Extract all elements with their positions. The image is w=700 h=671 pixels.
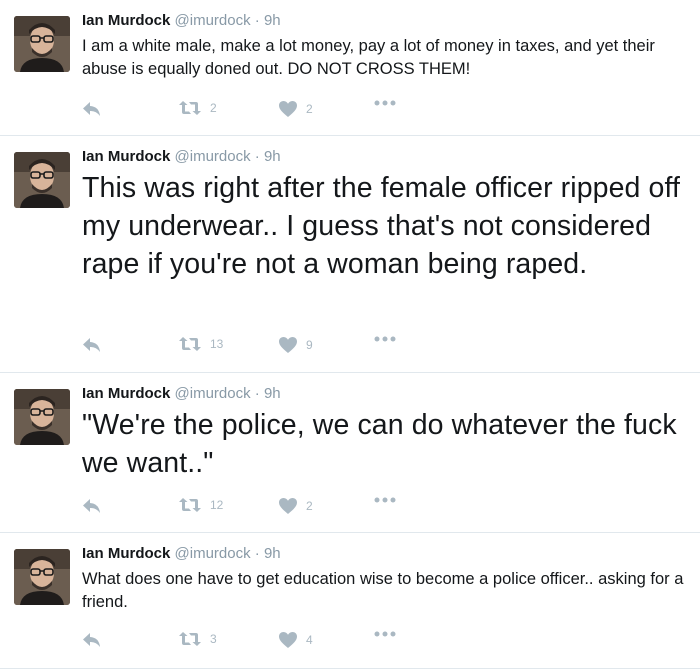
retweet-button[interactable]: 3 [178,631,217,647]
separator-dot: · [254,385,260,402]
avatar[interactable] [14,152,70,208]
retweet-icon [179,337,201,351]
tweet-text: What does one have to get education wise… [82,570,684,611]
avatar-image [14,152,70,208]
retweet-button[interactable]: 12 [178,497,223,513]
reply-button[interactable] [82,497,102,515]
heart-icon [279,337,297,353]
timestamp[interactable]: 9h [264,148,281,165]
avatar[interactable] [14,389,70,445]
tweet-header: Ian Murdock @imurdock · 9h [82,545,281,562]
tweet-header: Ian Murdock @imurdock · 9h [82,148,281,165]
reply-icon [83,499,100,513]
retweet-icon [179,498,201,512]
retweet-count: 12 [210,498,224,512]
user-handle[interactable]: @imurdock [175,385,251,402]
avatar-image [14,389,70,445]
tweet-actions: 13 9 [82,336,482,358]
avatar[interactable] [14,16,70,72]
reply-button[interactable] [82,100,102,118]
display-name[interactable]: Ian Murdock [82,385,170,402]
heart-icon [279,632,297,648]
retweet-button[interactable]: 2 [178,100,217,116]
like-button[interactable]: 2 [278,100,313,118]
tweet-text: I am a white male, make a lot money, pay… [82,37,655,78]
heart-icon [279,498,297,514]
more-button[interactable] [374,631,396,637]
like-count: 9 [306,338,313,352]
user-handle[interactable]: @imurdock [175,148,251,165]
like-button[interactable]: 2 [278,497,313,515]
timestamp[interactable]: 9h [264,385,281,402]
more-button[interactable] [374,336,396,342]
heart-icon [279,101,297,117]
more-options-icon [374,631,396,637]
like-count: 4 [306,633,313,647]
timestamp[interactable]: 9h [264,545,281,562]
avatar-image [14,16,70,72]
more-button[interactable] [374,497,396,503]
tweet-text: This was right after the female officer … [82,172,680,280]
like-button[interactable]: 9 [278,336,313,354]
display-name[interactable]: Ian Murdock [82,545,170,562]
more-options-icon [374,497,396,503]
tweet-text: "We're the police, we can do whatever th… [82,409,677,479]
display-name[interactable]: Ian Murdock [82,148,170,165]
avatar-image [14,549,70,605]
user-handle[interactable]: @imurdock [175,545,251,562]
reply-button[interactable] [82,336,102,354]
tweet-actions: 3 4 [82,631,482,653]
more-options-icon [374,100,396,106]
tweet[interactable]: Ian Murdock @imurdock · 9h What does one… [0,533,700,669]
reply-icon [83,338,100,352]
tweet-actions: 12 2 [82,497,482,519]
tweet-header: Ian Murdock @imurdock · 9h [82,12,281,29]
reply-icon [83,102,100,116]
tweet[interactable]: Ian Murdock @imurdock · 9h "We're the po… [0,373,700,533]
retweet-count: 2 [210,101,217,115]
display-name[interactable]: Ian Murdock [82,12,170,29]
like-count: 2 [306,499,313,513]
reply-icon [83,633,100,647]
like-count: 2 [306,102,313,116]
tweet[interactable]: Ian Murdock @imurdock · 9h This was righ… [0,136,700,373]
retweet-count: 13 [210,337,224,351]
separator-dot: · [254,12,260,29]
retweet-icon [179,632,201,646]
timestamp[interactable]: 9h [264,12,281,29]
retweet-icon [179,101,201,115]
more-options-icon [374,336,396,342]
like-button[interactable]: 4 [278,631,313,649]
retweet-button[interactable]: 13 [178,336,223,352]
avatar[interactable] [14,549,70,605]
tweet-actions: 2 2 [82,100,482,122]
separator-dot: · [254,545,260,562]
reply-button[interactable] [82,631,102,649]
more-button[interactable] [374,100,396,106]
tweet-header: Ian Murdock @imurdock · 9h [82,385,281,402]
tweet[interactable]: Ian Murdock @imurdock · 9h I am a white … [0,0,700,136]
retweet-count: 3 [210,632,217,646]
user-handle[interactable]: @imurdock [175,12,251,29]
separator-dot: · [254,148,260,165]
